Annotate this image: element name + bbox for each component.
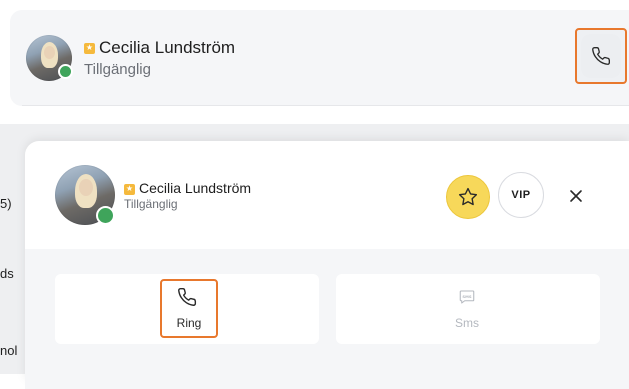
presence-indicator [58,64,73,79]
sms-label: Sms [455,316,479,330]
background-text-3: nol [0,343,18,358]
modal-contact-name-row: Cecilia Lundström [124,180,251,196]
ring-highlight-box [160,279,218,338]
background-text-2: ds [0,266,14,281]
svg-text:SMS: SMS [462,295,471,299]
background-text-1: 5) [0,196,12,211]
close-button[interactable] [562,182,590,210]
phone-icon [592,46,611,65]
star-icon [458,187,478,206]
contact-name-row: Cecilia Lundström [84,38,235,58]
favorite-button[interactable] [446,175,490,219]
divider [22,105,629,106]
vip-star-badge-icon [84,42,95,55]
contact-modal [25,141,629,389]
modal-contact-name: Cecilia Lundström [139,180,252,196]
close-icon [570,190,582,202]
modal-contact-status: Tillgänglig [124,197,178,211]
contact-name: Cecilia Lundström [99,38,236,57]
vip-button[interactable]: VIP [498,172,544,218]
contact-header-card[interactable] [10,10,629,106]
vip-star-badge-icon [124,183,135,195]
call-button[interactable] [575,28,627,84]
sms-icon: SMS [459,290,475,304]
modal-presence-indicator [96,206,115,225]
contact-status: Tillgänglig [84,61,151,78]
sms-action[interactable] [336,274,600,344]
